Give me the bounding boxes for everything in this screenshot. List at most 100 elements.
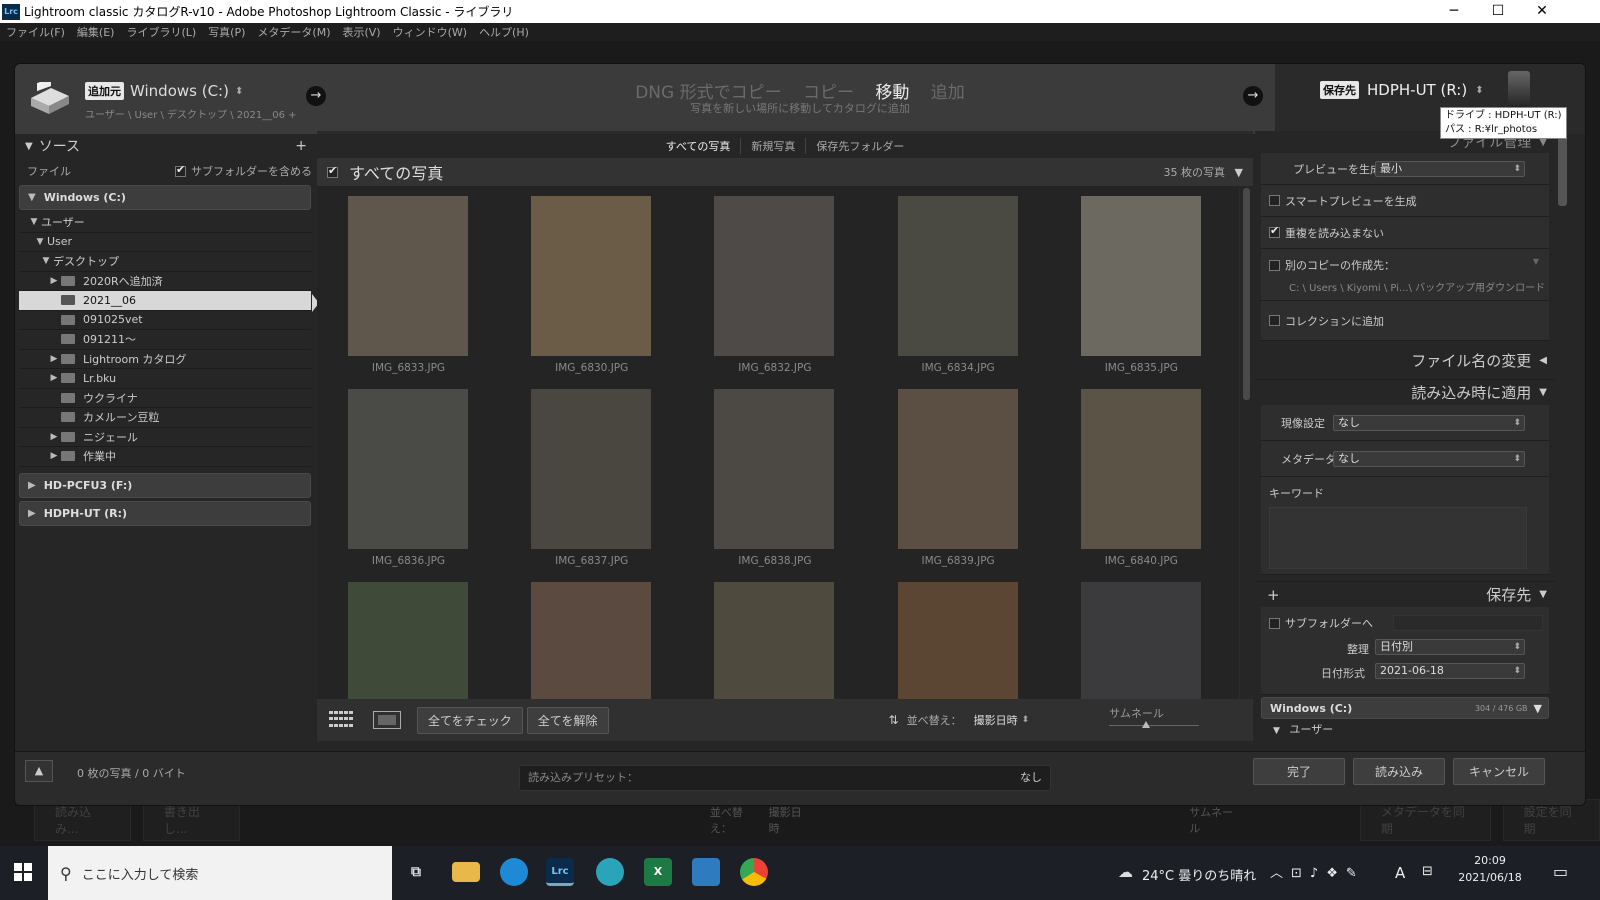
- folder-row[interactable]: ▶ Lr.bku: [19, 369, 311, 389]
- import-preset-selector[interactable]: 読み込みプリセット： なし: [519, 765, 1051, 791]
- taskbar-clock[interactable]: 20:09 2021/06/18: [1455, 854, 1525, 884]
- photo-thumbnail[interactable]: [897, 582, 1018, 699]
- triangle-right-icon[interactable]: ▶: [47, 432, 61, 442]
- photo-thumbnail[interactable]: [714, 196, 835, 356]
- triangle-down-icon[interactable]: ▼: [33, 237, 47, 247]
- volume-windows-c[interactable]: ▼ Windows (C:): [19, 185, 311, 210]
- photo-thumbnail[interactable]: [897, 196, 1018, 356]
- right-panel-scrollbar[interactable]: [1558, 136, 1567, 206]
- taskbar-search-box[interactable]: ⚲ ここに入力して検索: [48, 846, 392, 900]
- grid-menu-triangle-icon[interactable]: ▼: [1235, 166, 1243, 179]
- folder-row[interactable]: 091211〜: [19, 330, 311, 350]
- folder-row[interactable]: ▶ 作業中: [19, 447, 311, 467]
- preset-dropdown[interactable]: なし: [1020, 766, 1042, 790]
- maximize-button[interactable]: ☐: [1476, 0, 1520, 23]
- sort-dropdown[interactable]: 撮影日時: [974, 712, 1018, 728]
- lightroom-taskbar-icon[interactable]: Lrc: [546, 858, 574, 886]
- sort-direction-icon[interactable]: ⇅: [889, 713, 899, 727]
- photo-thumbnail[interactable]: [531, 196, 652, 356]
- triangle-right-icon[interactable]: ▶: [47, 354, 61, 364]
- excel-icon[interactable]: X: [644, 858, 672, 886]
- menu-item[interactable]: 編集(E): [77, 24, 115, 40]
- checkbox-icon[interactable]: [1269, 259, 1280, 271]
- folder-row[interactable]: ▶ 2020Rへ追加済: [19, 272, 311, 291]
- destination-volume-windows-c[interactable]: Windows (C:) 304 / 476 GB ▼: [1261, 697, 1549, 719]
- photo-cell[interactable]: IMG_6838.JPG: [683, 379, 866, 572]
- checkbox-icon[interactable]: [1269, 315, 1280, 326]
- photo-cell[interactable]: IMG_6837.JPG: [500, 379, 683, 572]
- photos-icon[interactable]: [692, 858, 720, 886]
- collapse-up-icon[interactable]: ▲: [25, 760, 53, 782]
- dropdown-triangle-icon[interactable]: ▼: [1533, 257, 1539, 266]
- photo-thumbnail[interactable]: [1080, 582, 1201, 699]
- folder-row[interactable]: 091025vet: [19, 311, 311, 330]
- photo-cell[interactable]: IMG_6832.JPG: [683, 186, 866, 379]
- add-to-collection-row[interactable]: コレクションに追加: [1261, 301, 1549, 341]
- menu-item[interactable]: ウィンドウ(W): [393, 24, 467, 40]
- photo-cell[interactable]: IMG_6839.JPG: [867, 379, 1050, 572]
- photo-cell[interactable]: [317, 572, 500, 699]
- tab-all-photos[interactable]: すべての写真: [656, 138, 742, 154]
- metadata-dropdown[interactable]: なし: [1333, 451, 1525, 467]
- triangle-down-icon[interactable]: ▼: [27, 217, 41, 227]
- checkbox-icon[interactable]: [1269, 195, 1280, 206]
- photo-cell[interactable]: [683, 572, 866, 699]
- cancel-button[interactable]: キャンセル: [1453, 758, 1545, 785]
- arrow-right-icon[interactable]: →: [1243, 86, 1263, 106]
- done-button[interactable]: 完了: [1253, 758, 1345, 785]
- no-duplicates-row[interactable]: 重複を読み込まない: [1261, 217, 1549, 249]
- triangle-down-icon[interactable]: ▼: [39, 256, 53, 266]
- photo-thumbnail[interactable]: [714, 389, 835, 549]
- photo-cell[interactable]: IMG_6833.JPG: [317, 186, 500, 379]
- notification-toggle-icon[interactable]: ⊟: [1422, 864, 1433, 879]
- triangle-right-icon[interactable]: ▶: [47, 373, 61, 383]
- weather-text[interactable]: 24°C 曇りのち晴れ: [1142, 865, 1256, 884]
- task-view-icon[interactable]: ⧉: [402, 858, 430, 886]
- file-explorer-icon[interactable]: [452, 862, 480, 882]
- ime-indicator[interactable]: A: [1395, 864, 1405, 882]
- file-renaming-header[interactable]: ファイル名の変更 ◀: [1255, 347, 1555, 373]
- triangle-right-icon[interactable]: ▶: [47, 276, 61, 286]
- scrollbar-thumb[interactable]: [1243, 188, 1250, 400]
- system-tray-icons[interactable]: ︿⊡♪❖✎: [1270, 862, 1365, 881]
- photo-thumbnail[interactable]: [348, 389, 468, 549]
- develop-settings-dropdown[interactable]: なし: [1333, 415, 1525, 431]
- photo-thumbnail[interactable]: [1080, 196, 1201, 356]
- volume-hd-pcfu3[interactable]: ▶ HD-PCFU3 (F:): [19, 472, 311, 498]
- grid-view-icon[interactable]: [329, 711, 357, 729]
- menu-item[interactable]: 写真(P): [208, 24, 245, 40]
- photo-cell[interactable]: IMG_6836.JPG: [317, 379, 500, 572]
- photo-thumbnail[interactable]: [531, 389, 652, 549]
- menu-item[interactable]: ライブラリ(L): [126, 24, 196, 40]
- action-center-icon[interactable]: ▭: [1553, 862, 1568, 881]
- photo-cell[interactable]: IMG_6835.JPG: [1050, 186, 1233, 379]
- uncheck-all-button[interactable]: 全てを解除: [526, 706, 609, 734]
- dest-user-folder[interactable]: ▼ ユーザー: [1261, 721, 1549, 737]
- photo-thumbnail[interactable]: [714, 582, 835, 699]
- photo-cell[interactable]: IMG_6834.JPG: [867, 186, 1050, 379]
- destination-selector[interactable]: 保存先 HDPH-UT (R:) ⬍: [1320, 81, 1484, 99]
- minimize-button[interactable]: ─: [1432, 0, 1476, 23]
- close-button[interactable]: ✕: [1520, 0, 1564, 23]
- volume-hdph-ut[interactable]: ▶ HDPH-UT (R:): [19, 500, 311, 526]
- keywords-input[interactable]: [1269, 507, 1527, 569]
- add-source-icon[interactable]: +: [295, 138, 307, 154]
- chrome-icon[interactable]: [740, 858, 768, 886]
- source-panel-header[interactable]: ▼ ソース +: [15, 134, 315, 158]
- photo-cell[interactable]: [867, 572, 1050, 699]
- photo-thumbnail[interactable]: [348, 196, 468, 356]
- folder-row[interactable]: 2021__06: [19, 291, 311, 311]
- loupe-view-icon[interactable]: [373, 711, 401, 729]
- select-all-checkbox[interactable]: [327, 164, 338, 178]
- include-subfolders-checkbox[interactable]: サブフォルダーを含める: [175, 163, 312, 179]
- date-format-dropdown[interactable]: 2021-06-18: [1375, 663, 1525, 679]
- menu-item[interactable]: ファイル(F): [6, 24, 65, 40]
- photo-thumbnail[interactable]: [897, 389, 1018, 549]
- slider-thumb[interactable]: [1142, 721, 1151, 728]
- photo-thumbnail[interactable]: [348, 582, 468, 699]
- edge-browser-icon[interactable]: [500, 858, 528, 886]
- menu-item[interactable]: メタデータ(M): [257, 24, 330, 40]
- menu-item[interactable]: ヘルプ(H): [479, 24, 529, 40]
- checkbox-icon[interactable]: [1269, 224, 1280, 238]
- folder-row[interactable]: ウクライナ: [19, 389, 311, 408]
